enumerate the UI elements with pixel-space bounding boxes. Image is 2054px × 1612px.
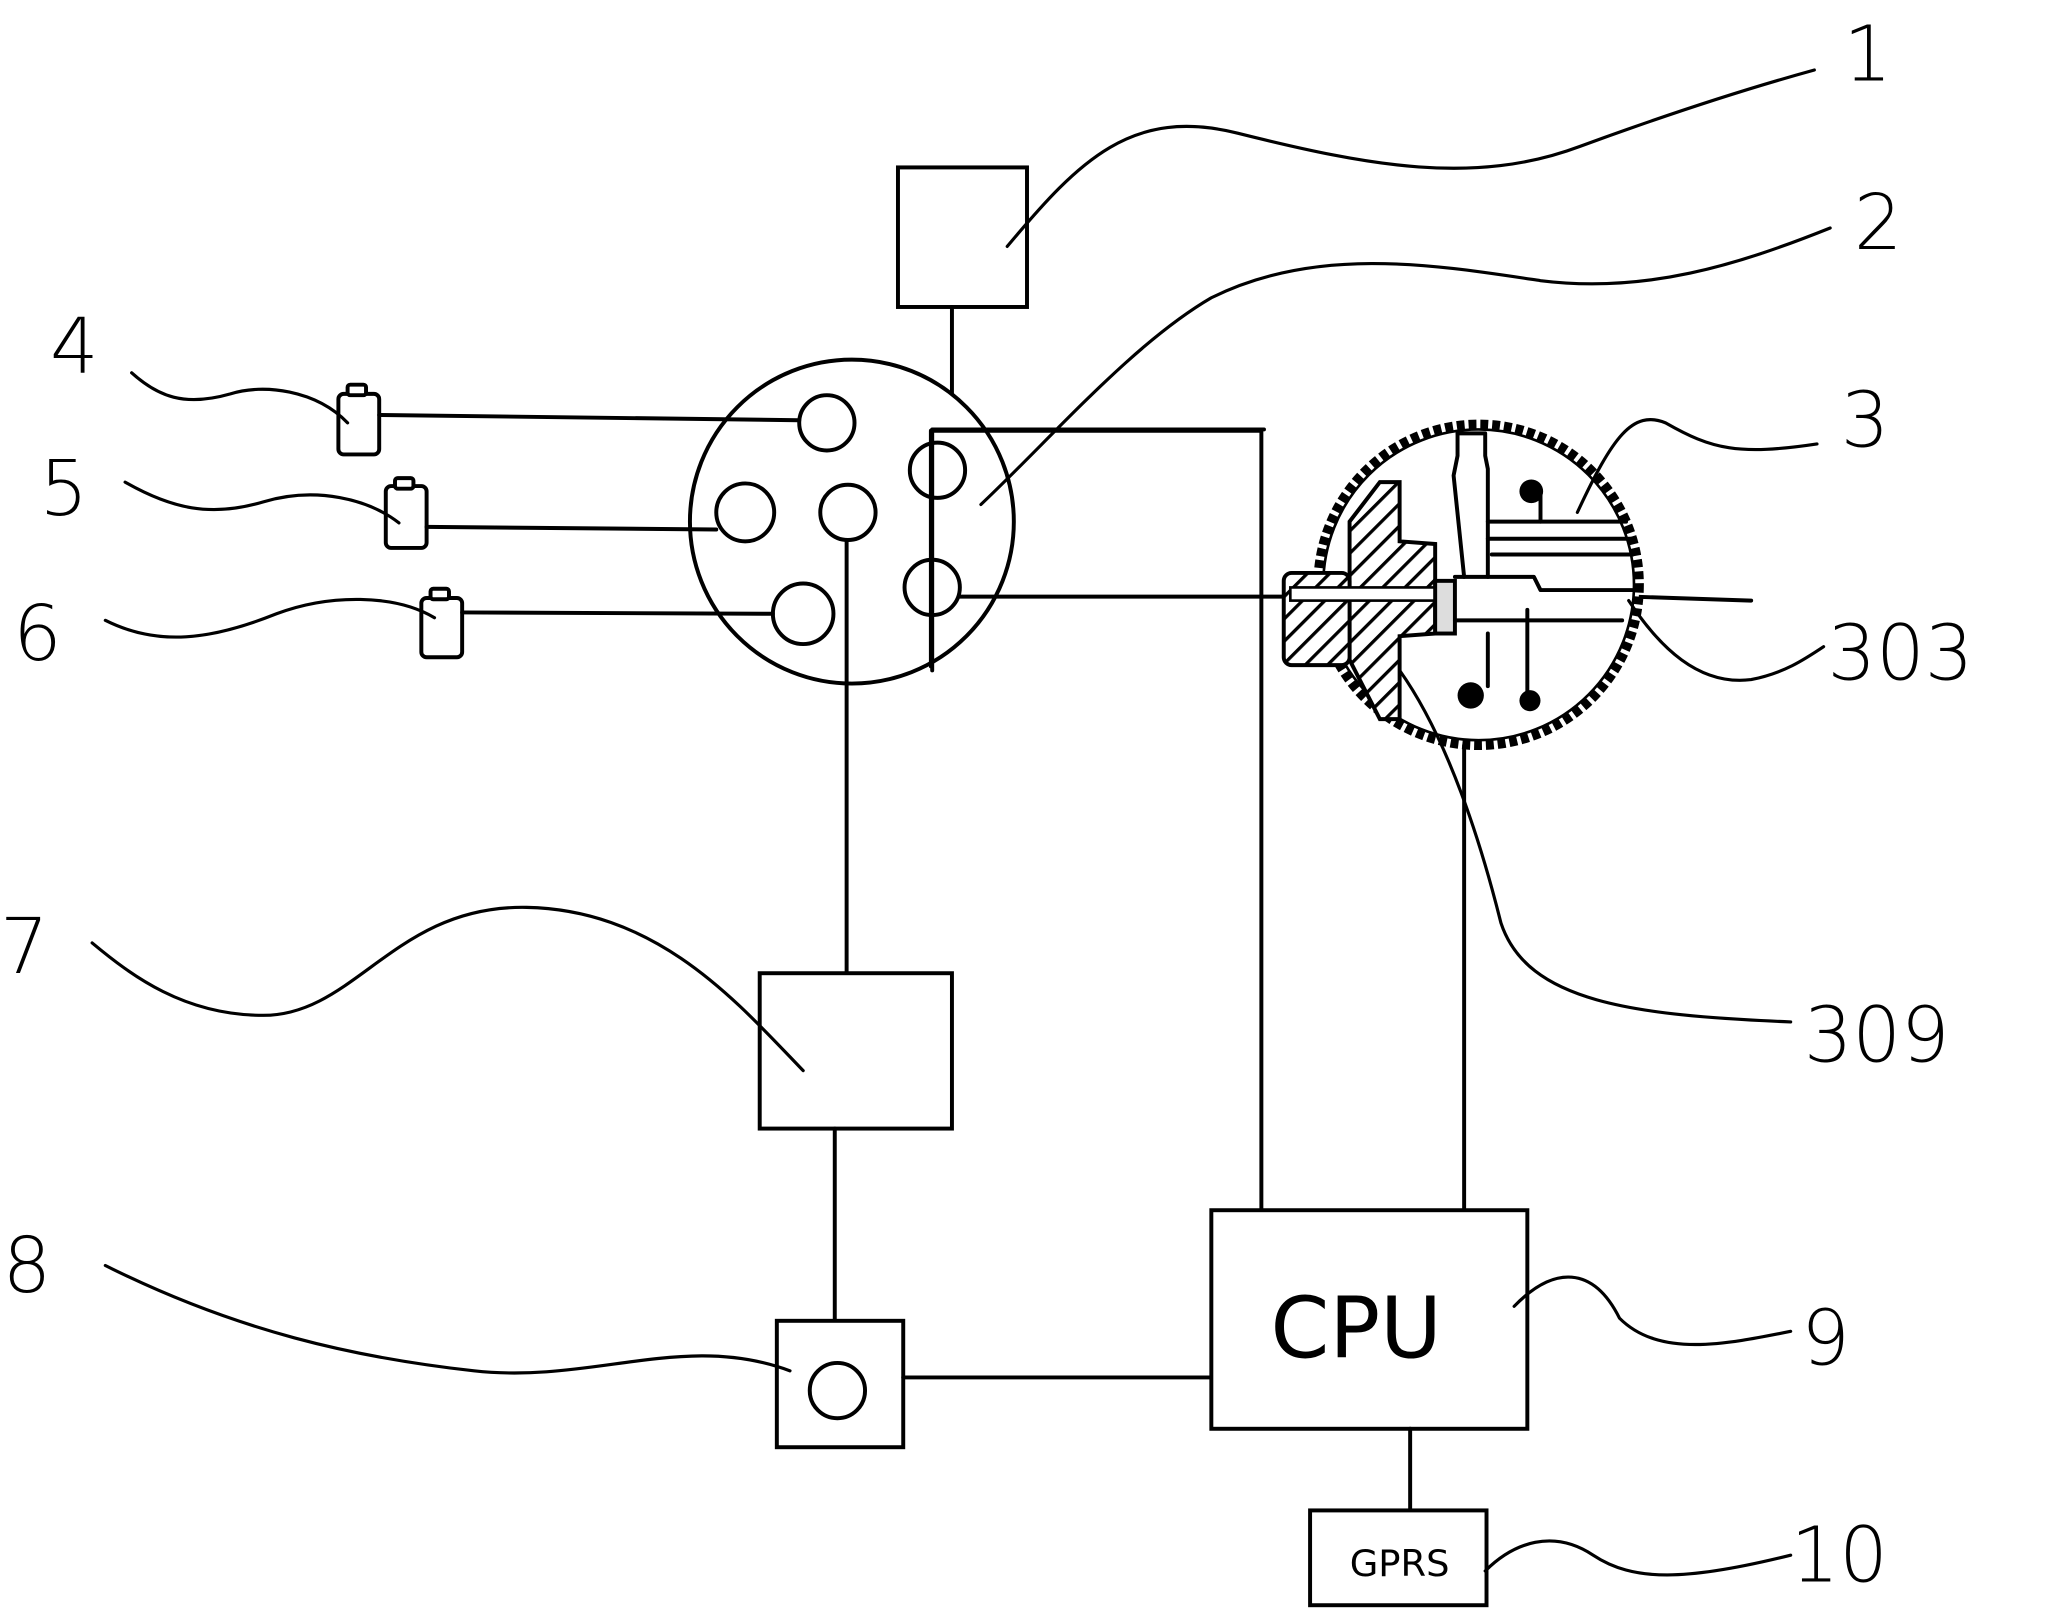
gprs-label: GPRS xyxy=(1350,1542,1450,1585)
disc-port-5 xyxy=(714,481,777,544)
leader-8 xyxy=(103,1263,792,1375)
leader-10 xyxy=(1483,1539,1793,1577)
ref-5: 5 xyxy=(40,445,89,534)
ref-3: 3 xyxy=(1841,377,1890,466)
cylinder-5 xyxy=(383,476,429,550)
leader-1 xyxy=(1005,68,1816,248)
ref-1: 1 xyxy=(1843,11,1892,100)
component-8-circle xyxy=(807,1360,868,1421)
diagram-canvas: CPU GPRS 1 2 3 4 5 6 7 8 9 10 303 309 xyxy=(0,11,1974,1608)
leader-5 xyxy=(123,480,401,525)
disc-port-6 xyxy=(770,581,836,647)
component-7-box xyxy=(757,971,954,1131)
wire-6-to-disc xyxy=(460,610,775,616)
ref-10: 10 xyxy=(1791,1512,1888,1601)
ref-7: 7 xyxy=(0,903,49,992)
leader-4 xyxy=(130,371,350,425)
cylinder-6 xyxy=(419,586,465,660)
ref-8: 8 xyxy=(3,1222,52,1311)
leader-303 xyxy=(1627,599,1826,682)
ref-303: 303 xyxy=(1828,610,1974,699)
cpu-label: CPU xyxy=(1271,1280,1442,1378)
ref-6: 6 xyxy=(13,590,62,679)
leader-9 xyxy=(1512,1275,1793,1347)
ref-4: 4 xyxy=(50,303,99,392)
leader-7 xyxy=(90,905,805,1073)
component-1-box xyxy=(895,165,1029,309)
sensor-outlet-line xyxy=(1630,594,1754,603)
leader-6 xyxy=(103,597,437,639)
ref-9: 9 xyxy=(1801,1294,1850,1383)
wire-5-to-disc xyxy=(424,524,719,532)
ref-2: 2 xyxy=(1854,179,1903,268)
sensor-3 xyxy=(1281,419,1644,751)
disc-port-4 xyxy=(797,393,857,453)
ref-309: 309 xyxy=(1804,991,1950,1080)
disc-port-1 xyxy=(907,440,968,500)
disc-port-7 xyxy=(818,482,878,543)
